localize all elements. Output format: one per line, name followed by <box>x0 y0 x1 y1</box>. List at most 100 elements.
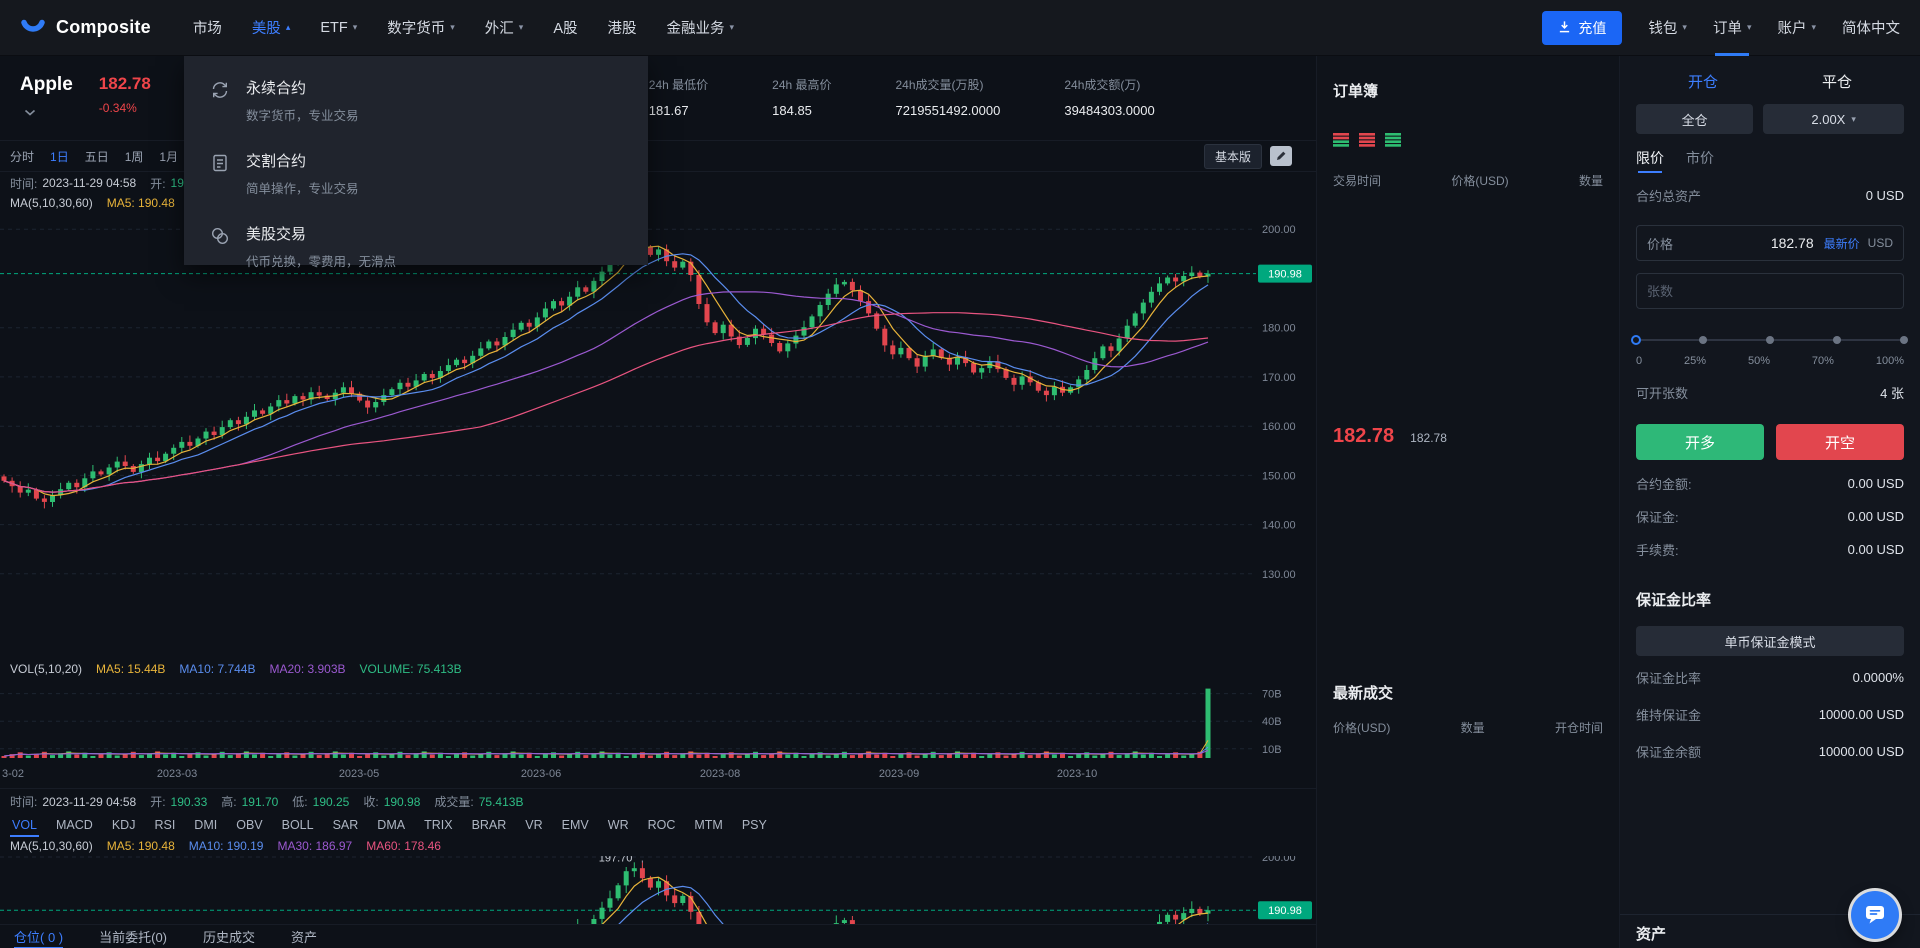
nav-account[interactable]: 账户▾ <box>1777 0 1816 56</box>
open-close-tabs: 开仓 平仓 <box>1636 70 1904 92</box>
nav-item-crypto[interactable]: 数字货币▾ <box>387 17 455 38</box>
tab-open[interactable]: 开仓 <box>1688 71 1718 92</box>
secondary-candle-chart[interactable]: 200.00190.98197.70 <box>0 856 1316 924</box>
nav-item-forex[interactable]: 外汇▾ <box>485 17 524 38</box>
nav-item-label: 港股 <box>608 17 637 38</box>
indicator-psy[interactable]: PSY <box>740 814 769 836</box>
svg-text:70B: 70B <box>1262 689 1282 701</box>
indicator-rsi[interactable]: RSI <box>152 814 177 836</box>
tab-limit[interactable]: 限价 <box>1636 148 1664 168</box>
svg-text:150.00: 150.00 <box>1262 470 1296 482</box>
margin-mode-button[interactable]: 全仓 <box>1636 104 1753 134</box>
book-both-sides-icon[interactable] <box>1333 133 1349 150</box>
orderbook-mark-price: 182.78 <box>1410 431 1447 445</box>
slider-dot-25%[interactable] <box>1699 336 1707 344</box>
indicator-emv[interactable]: EMV <box>560 814 591 836</box>
slider-dot-0[interactable] <box>1631 335 1641 345</box>
indicator-trix[interactable]: TRIX <box>422 814 454 836</box>
indicator-dmi[interactable]: DMI <box>192 814 219 836</box>
available-label: 可开张数 <box>1636 383 1688 402</box>
book-asks-only-icon[interactable] <box>1359 133 1375 150</box>
dropdown-item-text: 美股交易代币兑换，零费用，无滑点 <box>246 223 396 270</box>
recharge-button[interactable]: 充值 <box>1542 11 1622 45</box>
stat-label: 24h成交额(万) <box>1064 76 1154 93</box>
indicator-tabs: VOL MACD KDJ RSI DMI OBV BOLL SAR DMA TRIX BRAR VR E… <box>0 812 1316 838</box>
field-label: 高: <box>221 793 236 810</box>
timeframe-五日[interactable]: 五日 <box>85 148 109 165</box>
timeframe-1周[interactable]: 1周 <box>125 148 144 165</box>
dropdown-item-1[interactable]: 永续合约数字货币，专业交易 <box>184 64 648 137</box>
volume-legend-row: VOL(5,10,20)MA5: 15.44BMA10: 7.744BMA20:… <box>0 660 1316 678</box>
indicator-roc[interactable]: ROC <box>646 814 678 836</box>
x-tick: 3-02 <box>2 768 24 780</box>
price-input[interactable]: 价格 182.78 最新价 USD <box>1636 225 1904 261</box>
pencil-icon[interactable] <box>1270 146 1292 166</box>
leverage-button[interactable]: 2.00X▾ <box>1763 104 1904 134</box>
bottom-tab-2[interactable]: 当前委托(0) <box>99 925 167 948</box>
amount-slider[interactable] <box>1636 333 1904 347</box>
indicator-dma[interactable]: DMA <box>375 814 407 836</box>
chat-support-button[interactable] <box>1851 891 1899 939</box>
open-short-button[interactable]: 开空 <box>1776 424 1904 460</box>
amount-input[interactable] <box>1647 284 1893 299</box>
edition-button[interactable]: 基本版 <box>1204 144 1262 169</box>
indicator-obv[interactable]: OBV <box>234 814 264 836</box>
tab-close[interactable]: 平仓 <box>1822 71 1852 92</box>
orderbook-title: 订单簿 <box>1333 80 1603 101</box>
nav-wallet[interactable]: 钱包▾ <box>1648 0 1687 56</box>
row-label: 保证金余额 <box>1636 742 1701 761</box>
dropdown-item-3[interactable]: 美股交易代币兑换，零费用，无滑点 <box>184 210 648 283</box>
nav-item-etf[interactable]: ETF▾ <box>320 20 357 36</box>
nav-orders[interactable]: 订单▾ <box>1713 0 1752 56</box>
symbol-selector[interactable]: Apple <box>20 74 73 140</box>
nav-menu: 市场 美股▴ ETF▾ 数字货币▾ 外汇▾ A股 港股 金融业务▾ <box>193 17 734 38</box>
slider-dot-50%[interactable] <box>1766 336 1774 344</box>
indicator-brar[interactable]: BRAR <box>470 814 509 836</box>
slider-dot-100%[interactable] <box>1900 336 1908 344</box>
use-latest-price-button[interactable]: 最新价 <box>1824 235 1860 252</box>
slider-dot-70%[interactable] <box>1833 336 1841 344</box>
bottom-tab-4[interactable]: 资产 <box>291 925 317 948</box>
margin-row-3: 保证金余额10000.00 USD <box>1636 742 1904 761</box>
nav-item-a-share[interactable]: A股 <box>553 17 577 38</box>
indicator-kdj[interactable]: KDJ <box>110 814 138 836</box>
stat-label: 24h成交量(万股) <box>896 76 1001 93</box>
stat-value: 39484303.0000 <box>1064 103 1154 118</box>
tab-market[interactable]: 市价 <box>1686 148 1714 168</box>
dropdown-item-title: 永续合约 <box>246 77 359 98</box>
ticker-stat-2: 24h 最高价184.85 <box>772 76 831 140</box>
nav-item-market[interactable]: 市场 <box>193 17 222 38</box>
nav-item-finance[interactable]: 金融业务▾ <box>667 17 735 38</box>
svg-text:40B: 40B <box>1262 716 1282 728</box>
indicator-wr[interactable]: WR <box>606 814 631 836</box>
nav-language[interactable]: 简体中文 <box>1842 0 1900 56</box>
chevron-down-icon: ▾ <box>1811 22 1816 33</box>
bottom-tab-3[interactable]: 历史成交 <box>203 925 255 948</box>
brand-logo[interactable]: Composite <box>20 15 151 41</box>
nav-pill-label: 简体中文 <box>1842 17 1900 38</box>
timeframe-分时[interactable]: 分时 <box>10 148 34 165</box>
book-bids-only-icon[interactable] <box>1385 133 1401 150</box>
margin-ratio-title: 保证金比率 <box>1636 589 1904 610</box>
timeframe-1月[interactable]: 1月 <box>159 148 178 165</box>
timeframe-1日[interactable]: 1日 <box>50 148 69 165</box>
nav-item-hk-share[interactable]: 港股 <box>608 17 637 38</box>
indicator-vol[interactable]: VOL <box>10 814 39 836</box>
dropdown-item-2[interactable]: 交割合约简单操作，专业交易 <box>184 137 648 210</box>
recharge-label: 充值 <box>1578 18 1606 38</box>
x-tick: 2023-08 <box>700 768 740 780</box>
bottom-tab-1[interactable]: 仓位( 0 ) <box>14 925 63 948</box>
open-long-button[interactable]: 开多 <box>1636 424 1764 460</box>
chat-icon <box>1863 902 1887 929</box>
stat-value: 7219551492.0000 <box>896 103 1001 118</box>
nav-item-us-stock[interactable]: 美股▴ <box>252 17 291 38</box>
volume-chart[interactable]: 70B40B10B <box>0 678 1316 766</box>
single-currency-margin-button[interactable]: 单币保证金模式 <box>1636 626 1904 656</box>
indicator-vr[interactable]: VR <box>523 814 544 836</box>
order-type-tabs: 限价 市价 <box>1636 148 1904 168</box>
indicator-macd[interactable]: MACD <box>54 814 95 836</box>
indicator-boll[interactable]: BOLL <box>280 814 316 836</box>
ticker-stat-1: 24h 最低价181.67 <box>649 76 708 140</box>
indicator-mtm[interactable]: MTM <box>692 814 724 836</box>
indicator-sar[interactable]: SAR <box>331 814 361 836</box>
